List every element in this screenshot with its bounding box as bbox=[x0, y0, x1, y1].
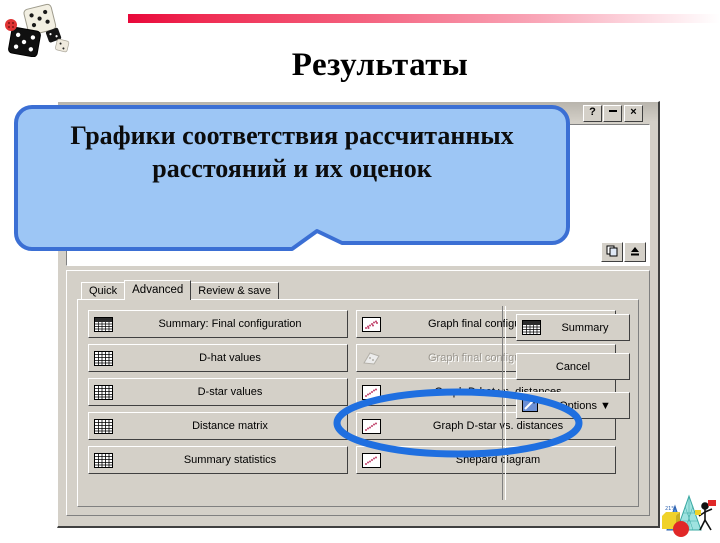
spreadsheet-icon bbox=[94, 350, 113, 366]
shepard-diagram-button[interactable]: Shepard diagram bbox=[356, 446, 616, 474]
scatterplot-icon bbox=[362, 384, 381, 400]
spreadsheet-summary-icon bbox=[94, 316, 113, 332]
tab-advanced[interactable]: Advanced bbox=[124, 280, 192, 300]
options-button[interactable]: Options ▼ bbox=[516, 392, 630, 419]
svg-text:21%: 21% bbox=[665, 506, 676, 512]
spreadsheet-icon bbox=[94, 418, 113, 434]
distance-matrix-button[interactable]: Distance matrix bbox=[88, 412, 348, 440]
minimize-button[interactable] bbox=[603, 105, 622, 122]
surfaceplot-icon bbox=[362, 351, 381, 366]
summary-statistics-button[interactable]: Summary statistics bbox=[88, 446, 348, 474]
button-label: D-hat values bbox=[199, 352, 261, 364]
summary-button[interactable]: Summary bbox=[516, 314, 630, 341]
tab-quick[interactable]: Quick bbox=[81, 282, 126, 300]
button-label: Distance matrix bbox=[192, 420, 268, 432]
close-button[interactable]: × bbox=[624, 105, 643, 122]
tabstrip: Quick Advanced Review & save bbox=[81, 280, 280, 300]
button-label: Summary statistics bbox=[183, 454, 277, 466]
scatterplot-icon bbox=[362, 316, 381, 332]
statistica-dialog-window: ? × Quick Advanced Review & save Summary… bbox=[57, 101, 660, 528]
eject-icon[interactable] bbox=[624, 242, 646, 262]
cancel-button[interactable]: Cancel bbox=[516, 353, 630, 380]
dice-clipart-image bbox=[2, 2, 76, 58]
summary-final-configuration-button[interactable]: Summary: Final configuration bbox=[88, 310, 348, 338]
page-title: Результаты bbox=[291, 47, 469, 83]
copy-icon[interactable] bbox=[601, 242, 623, 262]
options-arrow-icon bbox=[522, 398, 541, 413]
spreadsheet-icon bbox=[94, 384, 113, 400]
spreadsheet-icon bbox=[94, 452, 113, 468]
report-pane bbox=[66, 124, 650, 266]
dialog-titlebar: ? × bbox=[58, 102, 658, 122]
d-star-values-button[interactable]: D-star values bbox=[88, 378, 348, 406]
button-label: Summary bbox=[561, 321, 609, 334]
left-button-column: Summary: Final configuration D-hat value… bbox=[88, 310, 348, 480]
d-hat-values-button[interactable]: D-hat values bbox=[88, 344, 348, 372]
button-label: Cancel bbox=[555, 360, 591, 373]
side-button-column: Summary Cancel Options ▼ bbox=[516, 314, 630, 431]
tab-panel: Quick Advanced Review & save Summary: Fi… bbox=[66, 270, 650, 516]
title-accent-bar bbox=[128, 14, 720, 23]
spreadsheet-summary-icon bbox=[522, 320, 541, 335]
scatterplot-icon bbox=[362, 452, 381, 468]
scatterplot-icon bbox=[362, 418, 381, 434]
button-label: Options ▼ bbox=[559, 399, 611, 412]
help-button[interactable]: ? bbox=[583, 105, 602, 122]
shapes-clipart-image: 21% bbox=[659, 486, 717, 538]
button-label: D-star values bbox=[197, 386, 263, 398]
tab-content-advanced: Summary: Final configuration D-hat value… bbox=[77, 299, 639, 507]
button-label: Shepard diagram bbox=[455, 454, 541, 466]
vertical-divider bbox=[502, 306, 506, 500]
tab-review-and-save[interactable]: Review & save bbox=[190, 282, 280, 300]
button-label: Summary: Final configuration bbox=[158, 318, 302, 330]
